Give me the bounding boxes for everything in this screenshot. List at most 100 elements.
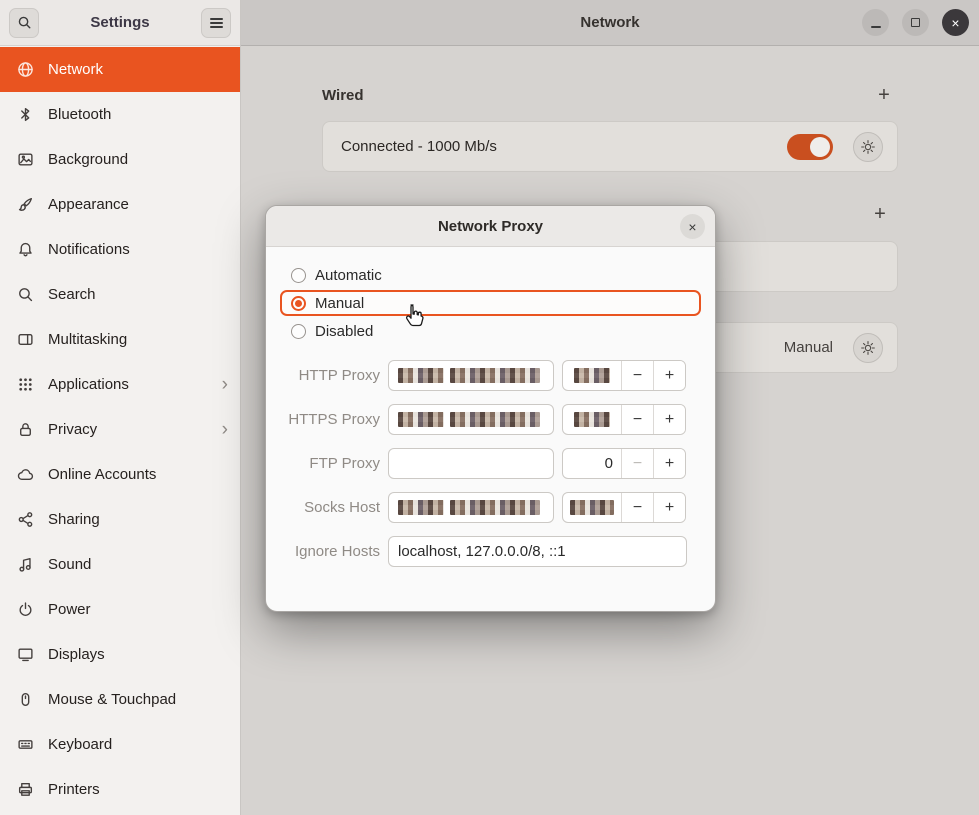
globe-icon	[17, 61, 34, 78]
proxy-row-partial[interactable]: Manual	[716, 322, 898, 373]
power-icon	[17, 601, 34, 618]
wired-toggle[interactable]	[787, 134, 833, 160]
sidebar-item-label: Multitasking	[48, 331, 127, 348]
sidebar-item-label: Sharing	[48, 511, 100, 528]
radio-label: Manual	[315, 295, 364, 312]
sidebar-item-displays[interactable]: Displays	[0, 632, 240, 677]
dialog-header: Network Proxy ×	[266, 206, 715, 247]
minimize-icon	[871, 26, 881, 28]
sidebar-item-label: Background	[48, 151, 128, 168]
cloud-icon	[17, 466, 34, 483]
redacted-value	[574, 368, 610, 383]
sidebar-item-appearance[interactable]: Appearance	[0, 182, 240, 227]
add-wired-button[interactable]: +	[870, 81, 898, 109]
sidebar-item-label: Printers	[48, 781, 100, 798]
note-icon	[17, 556, 34, 573]
sidebar-item-label: Keyboard	[48, 736, 112, 753]
plus-button[interactable]: +	[653, 493, 685, 522]
window-close-button[interactable]: ×	[942, 9, 969, 36]
sidebar-item-label: Notifications	[48, 241, 130, 258]
sidebar-item-applications[interactable]: Applications ›	[0, 362, 240, 407]
ftp-proxy-label: FTP Proxy	[280, 455, 380, 472]
dialog-close-button[interactable]: ×	[680, 214, 705, 239]
wired-connection-row[interactable]: Connected - 1000 Mb/s	[322, 121, 898, 172]
http-port-value[interactable]	[563, 361, 621, 390]
wired-section-title: Wired	[322, 87, 364, 104]
minus-button[interactable]: −	[621, 493, 653, 522]
sidebar-item-background[interactable]: Background	[0, 137, 240, 182]
ignore-hosts-value: localhost, 127.0.0.0/8, ::1	[398, 543, 566, 560]
redacted-value	[398, 368, 540, 383]
printer-icon	[17, 781, 34, 798]
socks-host-row: Socks Host − +	[280, 492, 701, 523]
plus-button[interactable]: +	[653, 405, 685, 434]
sidebar-item-bluetooth[interactable]: Bluetooth	[0, 92, 240, 137]
sidebar-item-printers[interactable]: Printers	[0, 767, 240, 812]
https-port-value[interactable]	[563, 405, 621, 434]
redacted-value	[574, 412, 610, 427]
hamburger-icon	[210, 22, 223, 24]
sidebar-item-keyboard[interactable]: Keyboard	[0, 722, 240, 767]
ignore-hosts-input[interactable]: localhost, 127.0.0.0/8, ::1	[388, 536, 687, 567]
ftp-proxy-row: FTP Proxy 0 − +	[280, 448, 701, 479]
dialog-title: Network Proxy	[438, 218, 543, 235]
window-controls: ×	[862, 9, 969, 36]
sidebar-item-online-accounts[interactable]: Online Accounts	[0, 452, 240, 497]
socks-host-input[interactable]	[388, 492, 554, 523]
radio-automatic[interactable]: Automatic	[280, 262, 701, 288]
radio-disabled[interactable]: Disabled	[280, 318, 701, 344]
vpn-row-partial[interactable]	[716, 241, 898, 292]
mouse-icon	[17, 691, 34, 708]
minus-button[interactable]: −	[621, 361, 653, 390]
sidebar-item-privacy[interactable]: Privacy ›	[0, 407, 240, 452]
radio-icon	[291, 324, 306, 339]
proxy-settings-button[interactable]	[853, 333, 883, 363]
display-icon	[17, 646, 34, 663]
sidebar-item-label: Bluetooth	[48, 106, 111, 123]
minimize-button[interactable]	[862, 9, 889, 36]
ftp-port-value[interactable]: 0	[563, 449, 621, 478]
socks-port-spinner: − +	[562, 492, 686, 523]
wired-settings-button[interactable]	[853, 132, 883, 162]
maximize-button[interactable]	[902, 9, 929, 36]
http-proxy-input[interactable]	[388, 360, 554, 391]
close-icon: ×	[951, 15, 959, 31]
sidebar-item-network[interactable]: Network	[0, 47, 240, 92]
page-title: Network	[580, 14, 639, 31]
menu-button[interactable]	[201, 8, 231, 38]
plus-button[interactable]: +	[653, 361, 685, 390]
http-proxy-label: HTTP Proxy	[280, 367, 380, 384]
ftp-proxy-input[interactable]	[388, 448, 554, 479]
radio-icon	[291, 268, 306, 283]
bluetooth-icon	[17, 106, 34, 123]
add-vpn-button[interactable]: +	[866, 200, 894, 228]
minus-button[interactable]: −	[621, 449, 653, 478]
radio-manual[interactable]: Manual	[280, 290, 701, 316]
proxy-form: HTTP Proxy − + HTTPS Proxy − + FTP Proxy	[266, 348, 715, 567]
app-title: Settings	[90, 14, 149, 31]
sidebar-item-sharing[interactable]: Sharing	[0, 497, 240, 542]
lock-icon	[17, 421, 34, 438]
grid-icon	[17, 376, 34, 393]
sidebar-nav: Network Bluetooth Background Appearance …	[0, 46, 240, 812]
share-icon	[17, 511, 34, 528]
sidebar-item-mouse-touchpad[interactable]: Mouse & Touchpad	[0, 677, 240, 722]
minus-button[interactable]: −	[621, 405, 653, 434]
sidebar-item-label: Privacy	[48, 421, 97, 438]
socks-port-value[interactable]	[563, 493, 621, 522]
sidebar-item-multitasking[interactable]: Multitasking	[0, 317, 240, 362]
sidebar-item-notifications[interactable]: Notifications	[0, 227, 240, 272]
network-proxy-dialog: Network Proxy × Automatic Manual Disable…	[265, 205, 716, 612]
wired-status-label: Connected - 1000 Mb/s	[323, 138, 497, 155]
radio-label: Disabled	[315, 323, 373, 340]
search-button[interactable]	[9, 8, 39, 38]
https-proxy-input[interactable]	[388, 404, 554, 435]
ignore-hosts-label: Ignore Hosts	[280, 543, 380, 560]
sidebar-item-sound[interactable]: Sound	[0, 542, 240, 587]
sidebar-item-search[interactable]: Search	[0, 272, 240, 317]
ignore-hosts-row: Ignore Hosts localhost, 127.0.0.0/8, ::1	[280, 536, 701, 567]
plus-button[interactable]: +	[653, 449, 685, 478]
main-header: Network ×	[241, 0, 979, 46]
sidebar-item-label: Search	[48, 286, 96, 303]
sidebar-item-power[interactable]: Power	[0, 587, 240, 632]
